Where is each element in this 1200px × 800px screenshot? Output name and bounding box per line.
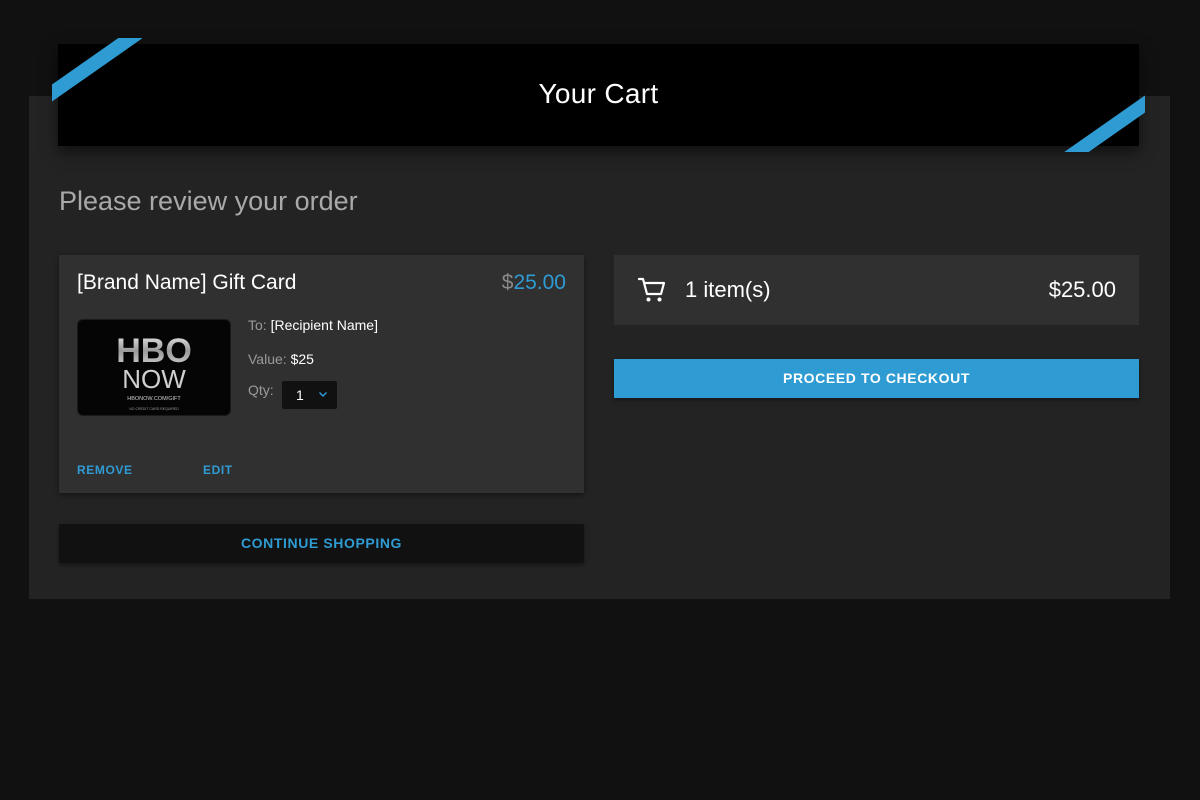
item-price-currency: $ [501,271,514,294]
proceed-to-checkout-button[interactable]: PROCEED TO CHECKOUT [614,359,1139,398]
value-label: Value: [248,351,287,367]
brand-bottom-text: NOW [122,364,186,394]
order-summary: 1 item(s) $25.00 [614,255,1139,325]
recipient-label: To: [248,317,267,333]
cart-icon [638,277,666,302]
qty-label: Qty: [248,382,274,398]
value-row: Value: $25 [248,351,314,367]
value-amount: $25 [290,351,314,367]
quantity-value: 1 [296,387,304,403]
recipient-row: To: [Recipient Name] [248,317,378,333]
item-price: $25.00 [502,271,566,295]
chevron-down-icon [318,391,328,398]
gift-card-image: HBO NOW HBONOW.COM/GIFT NO CREDIT CARD R… [77,319,231,416]
item-price-amount: 25.00 [513,271,566,294]
quantity-select[interactable]: 1 [282,381,337,409]
page-title: Your Cart [538,78,659,109]
continue-shopping-button[interactable]: CONTINUE SHOPPING [59,524,584,563]
card-fine-print: NO CREDIT CARD REQUIRED [129,407,179,411]
card-url-text: HBONOW.COM/GIFT [127,396,181,402]
gift-card-artwork: HBO NOW HBONOW.COM/GIFT NO CREDIT CARD R… [116,332,192,411]
item-count: 1 item(s) [685,277,771,302]
edit-button[interactable]: EDIT [203,463,233,477]
cart-item-card: [Brand Name] Gift Card $25.00 HBO NOW HB… [59,255,584,493]
item-title: [Brand Name] Gift Card [77,271,297,294]
remove-button[interactable]: REMOVE [77,463,133,477]
cart-header: Your Cart [58,44,1139,146]
review-heading: Please review your order [59,186,358,216]
recipient-value: [Recipient Name] [270,317,378,333]
order-total: $25.00 [1048,277,1116,302]
